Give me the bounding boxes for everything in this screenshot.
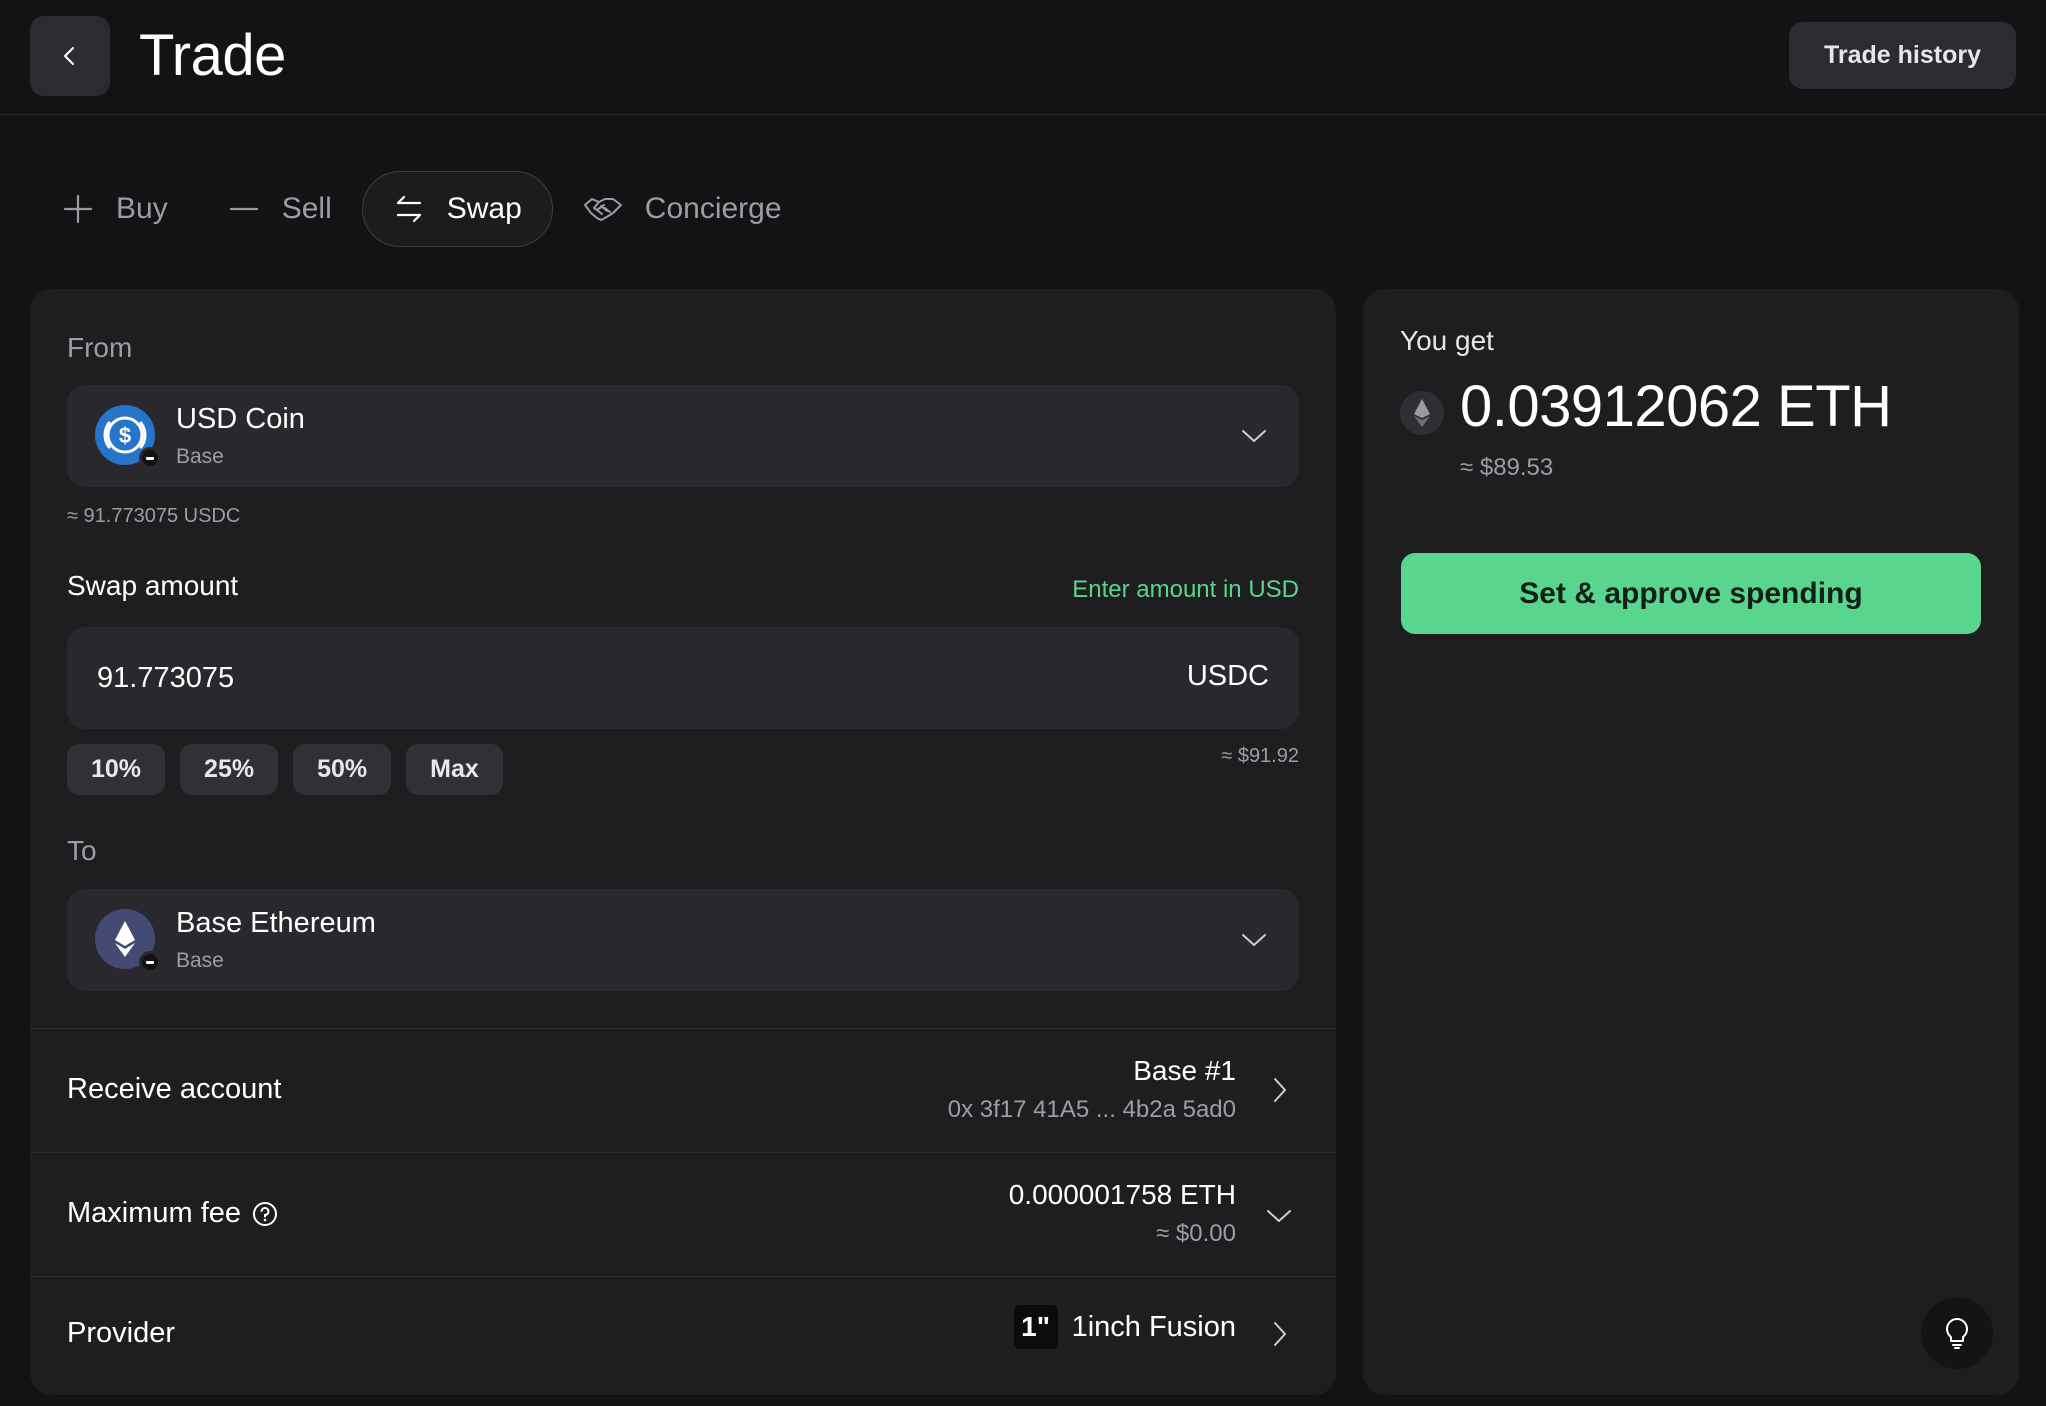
receive-account-row[interactable]: Receive account Base #1 0x 3f17 41A5 ...… (30, 1029, 1336, 1152)
ethereum-icon (95, 909, 161, 973)
swap-form-panel: From $ USD Coin Base ≈ 91.773075 USDC Sw… (30, 289, 1336, 1395)
from-token-network: Base (176, 445, 224, 468)
enter-amount-usd-link[interactable]: Enter amount in USD (1072, 576, 1299, 604)
you-get-usd: ≈ $89.53 (1460, 454, 1554, 481)
network-badge-icon (139, 447, 161, 469)
to-token-network: Base (176, 949, 224, 972)
minus-icon (229, 207, 258, 211)
header: Trade Trade history (0, 0, 2046, 115)
handshake-icon (583, 198, 622, 221)
from-token-select[interactable]: $ USD Coin Base (67, 385, 1299, 487)
receive-account-label: Receive account (67, 1073, 282, 1105)
chevron-down-icon (1242, 430, 1266, 442)
tab-label: Sell (281, 192, 332, 225)
plus-icon (63, 194, 93, 224)
max-button[interactable]: Max (406, 744, 503, 795)
you-get-amount: 0.03912062 ETH (1460, 374, 1892, 439)
percent-10-button[interactable]: 10% (67, 744, 166, 795)
maximum-fee-value: 0.000001758 ETH (1008, 1179, 1236, 1210)
page-title: Trade (139, 23, 286, 88)
tab-concierge[interactable]: Concierge (553, 171, 812, 247)
trade-history-button[interactable]: Trade history (1789, 22, 2016, 89)
swap-amount-label: Swap amount (67, 570, 239, 601)
chevron-left-icon (64, 47, 74, 65)
chevron-down-icon (1267, 1210, 1291, 1222)
swap-amount-unit: USDC (1186, 660, 1269, 692)
to-label: To (67, 835, 97, 866)
oneinch-logo-icon: 1" (1013, 1305, 1058, 1349)
tab-swap[interactable]: Swap (361, 171, 553, 247)
percent-buttons: 10% 25% 50% Max (67, 744, 503, 795)
chevron-right-icon (1274, 1078, 1286, 1102)
back-button[interactable] (30, 16, 110, 96)
network-badge-icon (139, 951, 161, 973)
to-token-name: Base Ethereum (176, 907, 376, 939)
svg-text:$: $ (119, 423, 131, 448)
from-balance: ≈ 91.773075 USDC (67, 505, 241, 527)
provider-row[interactable]: Provider 1" 1inch Fusion (30, 1277, 1336, 1395)
from-token-name: USD Coin (176, 403, 305, 435)
receive-account-name: Base #1 (1133, 1055, 1236, 1086)
percent-50-button[interactable]: 50% (293, 744, 392, 795)
maximum-fee-row[interactable]: Maximum fee 0.000001758 ETH ≈ $0.00 (30, 1153, 1336, 1276)
tab-buy[interactable]: Buy (30, 171, 198, 247)
tab-label: Concierge (644, 192, 782, 225)
chevron-down-icon (1242, 934, 1266, 946)
swap-amount-usd: ≈ $91.92 (1221, 745, 1299, 767)
maximum-fee-label: Maximum fee (67, 1197, 242, 1229)
tips-button[interactable] (1921, 1297, 1993, 1369)
help-circle-icon[interactable] (251, 1200, 279, 1228)
swap-amount-input[interactable] (97, 627, 997, 729)
eth-icon (1400, 391, 1444, 435)
trade-tabs: Buy Sell Swap Concierge (30, 171, 812, 247)
tab-sell[interactable]: Sell (198, 171, 362, 247)
swap-arrows-icon (396, 195, 421, 223)
tab-label: Swap (446, 192, 522, 225)
to-token-select[interactable]: Base Ethereum Base (67, 889, 1299, 991)
lightbulb-icon (1946, 1318, 1968, 1349)
maximum-fee-label-group: Maximum fee (67, 1197, 279, 1230)
provider-label: Provider (67, 1317, 175, 1349)
provider-name: 1inch Fusion (1071, 1310, 1236, 1343)
summary-panel: You get 0.03912062 ETH ≈ $89.53 Set & ap… (1363, 289, 2019, 1395)
percent-25-button[interactable]: 25% (180, 744, 279, 795)
usdc-icon: $ (95, 405, 161, 469)
from-label: From (67, 332, 133, 363)
provider-value: 1" 1inch Fusion (1013, 1305, 1236, 1349)
maximum-fee-usd: ≈ $0.00 (1156, 1220, 1236, 1247)
you-get-label: You get (1400, 325, 1494, 356)
chevron-right-icon (1274, 1322, 1286, 1346)
set-approve-spending-button[interactable]: Set & approve spending (1401, 553, 1981, 634)
receive-account-address: 0x 3f17 41A5 ... 4b2a 5ad0 (947, 1096, 1236, 1123)
swap-amount-field[interactable]: USDC (67, 627, 1299, 729)
tab-label: Buy (116, 192, 168, 225)
